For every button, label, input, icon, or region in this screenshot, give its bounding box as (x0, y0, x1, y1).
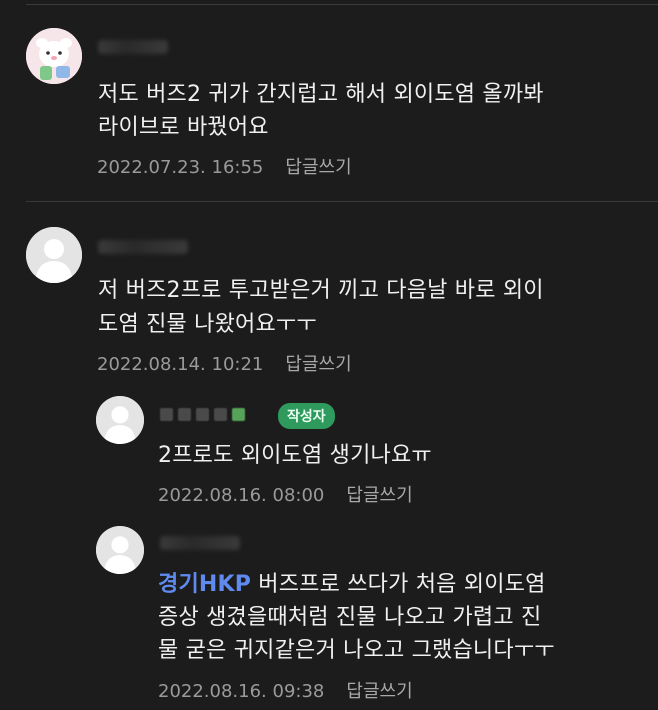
reply-text-line: 물 굳은 귀지같은거 나오고 그랬습니다ㅜㅜ (158, 638, 555, 663)
reply-text-line: 경기HKP 버즈프로 쓰다가 처음 외이도염 (158, 568, 546, 601)
avatar[interactable] (96, 526, 144, 574)
mention-link[interactable]: 경기HKP (158, 572, 251, 597)
reply-meta: 2022.08.16. 09:38 답글쓰기 (158, 677, 413, 703)
author-name-blurred[interactable] (160, 536, 240, 550)
reply-date: 2022.08.16. 09:38 (158, 681, 325, 702)
default-user-icon (96, 526, 144, 574)
reply-text: 버즈프로 쓰다가 처음 외이도염 (251, 572, 546, 597)
reply-2: 경기HKP 버즈프로 쓰다가 처음 외이도염 증상 생겼을때처럼 진물 나오고 … (0, 0, 658, 710)
reply-button[interactable]: 답글쓰기 (346, 681, 412, 702)
reply-text-line: 증상 생겼을때처럼 진물 나오고 가렵고 진 (158, 605, 542, 630)
